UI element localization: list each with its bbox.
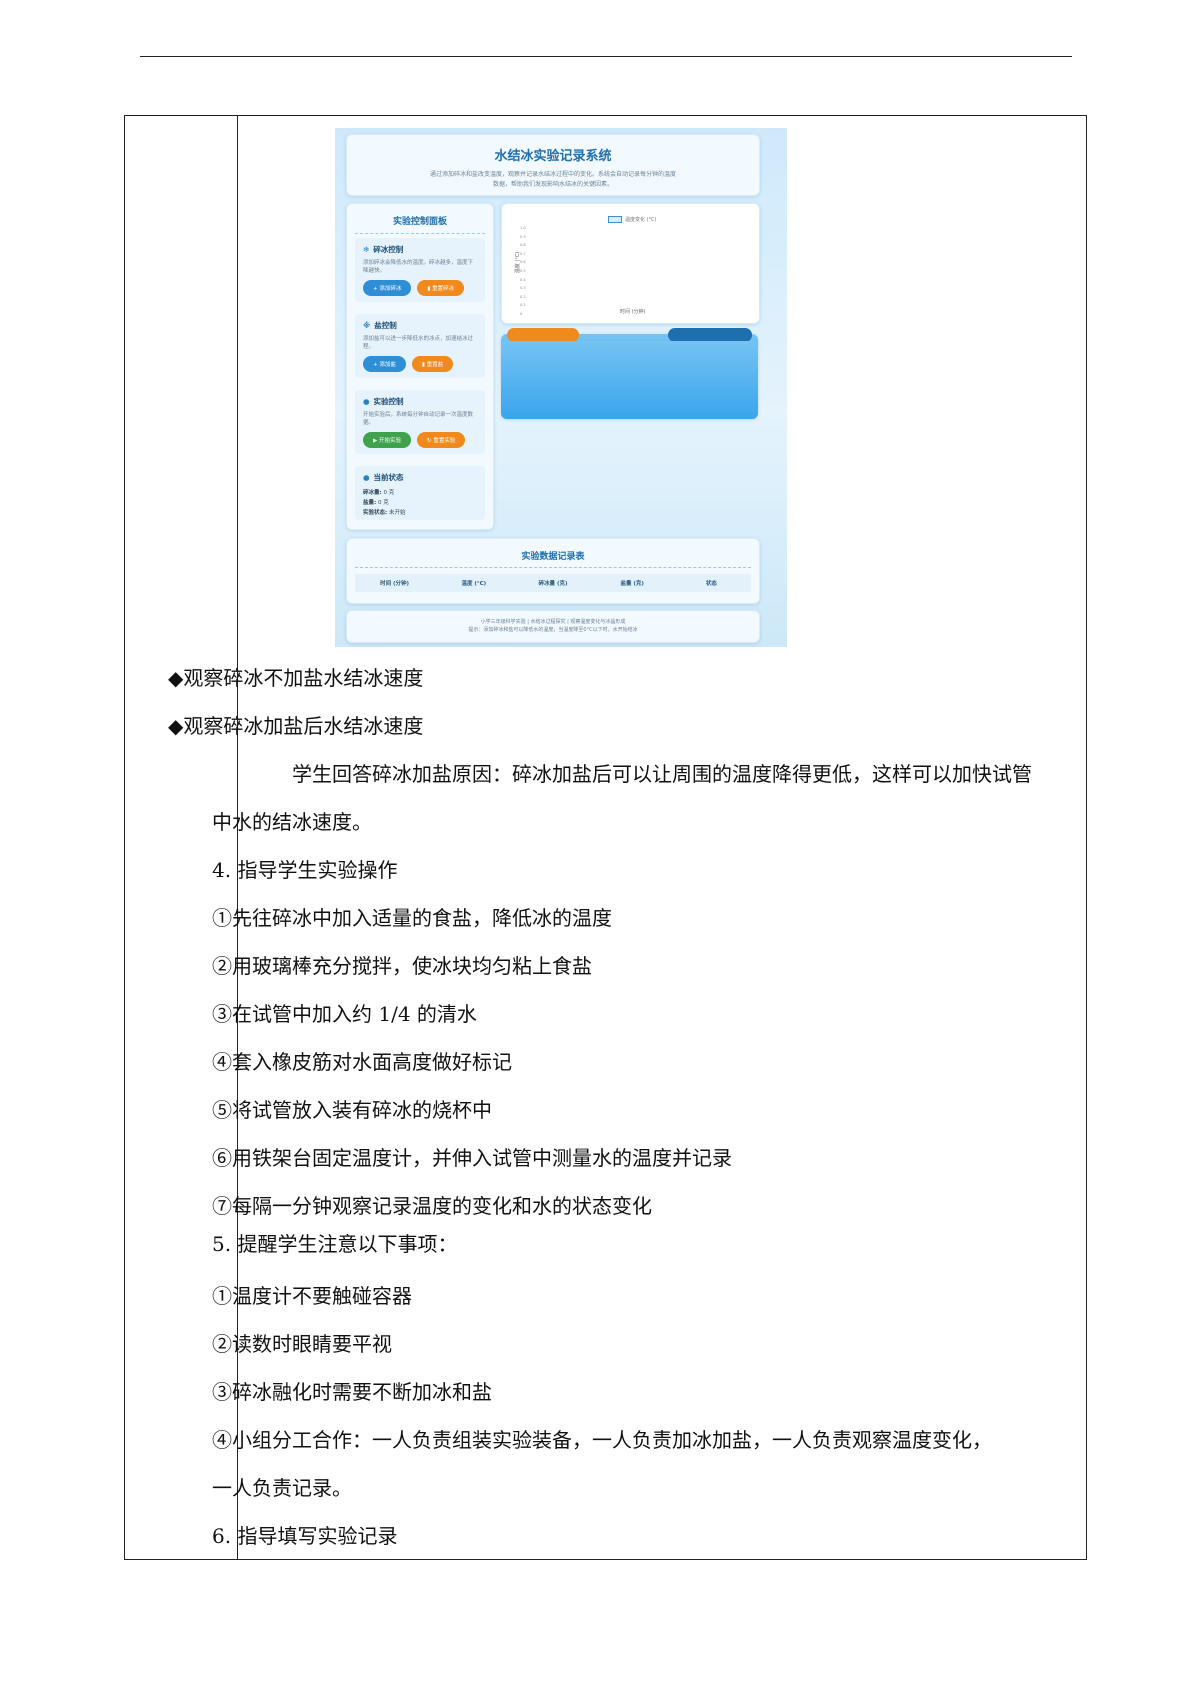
bullet-with-salt: ◆观察碎冰加盐后水结冰速度 [168,714,424,738]
app-screenshot: 水结冰实验记录系统 通过添加碎冰和盐改变温度，观察并记录水结冰过程中的变化。系统… [335,128,787,647]
note-2: ②读数时眼睛要平视 [212,1332,392,1356]
data-table: 实验数据记录表 时间 (分钟) 温度 (°C) 碎冰量 (克) 盐量 (克) 状… [346,538,760,604]
y-tick: 0.6 [520,260,526,265]
timer-icon: ● [363,397,370,406]
note-1: ①温度计不要触碰容器 [212,1284,412,1308]
table-title: 实验数据记录表 [355,549,751,568]
ice-amount: 碎冰量: 0 克 [363,490,395,496]
step-2: ②用玻璃棒充分搅拌，使冰块均匀粘上食盐 [212,954,592,978]
temperature-badge [668,328,752,342]
panel-title: 实验控制面板 [355,214,485,234]
experiment-section: ● 实验控制 开始实验后，系统每分钟自动记录一次温度数 据。 ▶ 开始实验 ↻ 重置… [355,390,485,454]
note-3: ③碎冰融化时需要不断加冰和盐 [212,1380,492,1404]
status-section: ● 当前状态 碎冰量: 0 克 盐量: 0 克 实验状态: 未开始 [355,466,485,520]
add-ice-button[interactable]: + 添加碎冰 [363,280,412,296]
y-tick: 0.5 [520,269,526,273]
ice-section: ❄ 碎冰控制 添加碎冰会降低水的温度。碎冰越多，温度下 降越快。 + 添加碎冰 ▮ … [355,238,485,302]
add-salt-button[interactable]: + 添加盐 [363,356,406,372]
y-tick: 0.1 [520,303,526,308]
info-icon: ● [363,473,370,482]
chart-legend: 温度变化 (°C) [608,216,656,223]
step4-title: 4. 指导学生实验操作 [212,858,398,882]
table-header: 时间 (分钟) 温度 (°C) 碎冰量 (克) 盐量 (克) 状态 [355,574,751,592]
step-6: ⑥用铁架台固定温度计，并伸入试管中测量水的温度并记录 [212,1146,732,1170]
y-tick: 0.7 [520,251,526,256]
y-tick: 1.0 [520,226,526,230]
step-5: ⑤将试管放入装有碎冰的烧杯中 [212,1098,492,1122]
step-4: ④套入橡皮筋对水面高度做好标记 [212,1050,512,1074]
app-description: 通过添加碎冰和盐改变温度，观察并记录水结冰过程中的变化。系统会自动记录每分钟的温… [429,171,676,188]
step-1: ①先往碎冰中加入适量的食盐，降低冰的温度 [212,906,612,930]
time-badge [507,328,579,342]
step-3: ③在试管中加入约 1/4 的清水 [212,1002,477,1026]
app-title: 水结冰实验记录系统 [494,149,612,164]
note-4-cont: 一人负责记录。 [212,1476,352,1500]
note-4: ④小组分工合作：一人负责组装实验装备，一人负责加冰加盐，一人负责观察温度变化， [212,1428,992,1452]
temperature-chart: 温度变化 (°C) 温度 (°C) 1.0 0.9 0.8 0.7 0.6 0.5 0.4 0… [501,203,760,324]
step5-title: 5. 提醒学生注意以下事项： [212,1232,458,1256]
bullet-no-salt: ◆观察碎冰不加盐水结冰速度 [168,666,424,690]
salt-amount: 盐量: 0 克 [363,500,389,506]
app-footer: 小学三年级科学实验 | 水结冰过程探究 | 观察温度变化与冰晶形成 提示：添加碎… [346,610,760,643]
header-rule [140,56,1072,57]
y-tick: 0 [520,312,523,316]
y-tick: 0.2 [520,294,526,299]
experiment-state: 实验状态: 未开始 [363,510,406,516]
y-tick: 0.3 [520,286,526,291]
reset-salt-button[interactable]: ▮ 重置盐 [411,356,454,372]
x-axis-label: 时间 (分钟) [620,309,646,315]
answer-line-1: 学生回答碎冰加盐原因：碎冰加盐后可以让周围的温度降得更低，这样可以加快试管 [292,762,1032,786]
app-header: 水结冰实验记录系统 通过添加碎冰和盐改变温度，观察并记录水结冰过程中的变化。系统… [346,134,760,196]
snowflake-icon: ❄ [363,245,370,254]
y-tick: 0.8 [520,243,526,248]
start-experiment-button[interactable]: ▶ 开始实验 [363,432,411,448]
water-visual [501,328,758,419]
answer-line-2: 中水的结冰速度。 [212,810,372,834]
reset-ice-button[interactable]: ▮ 重置碎冰 [417,280,465,296]
salt-icon: ※ [363,321,371,330]
reset-experiment-button[interactable]: ↻ 重置实验 [416,432,466,448]
step-7: ⑦每隔一分钟观察记录温度的变化和水的状态变化 [212,1194,652,1218]
step6-title: 6. 指导填写实验记录 [212,1524,398,1548]
salt-section: ※ 盐控制 添加盐可以进一步降低水的冰点，加速结冰过 程。 + 添加盐 ▮ 重置盐 [355,314,485,378]
control-panel: 实验控制面板 ❄ 碎冰控制 添加碎冰会降低水的温度。碎冰越多，温度下 降越快。 + … [346,203,494,530]
y-tick: 0.4 [520,277,526,282]
y-tick: 0.9 [520,234,526,239]
